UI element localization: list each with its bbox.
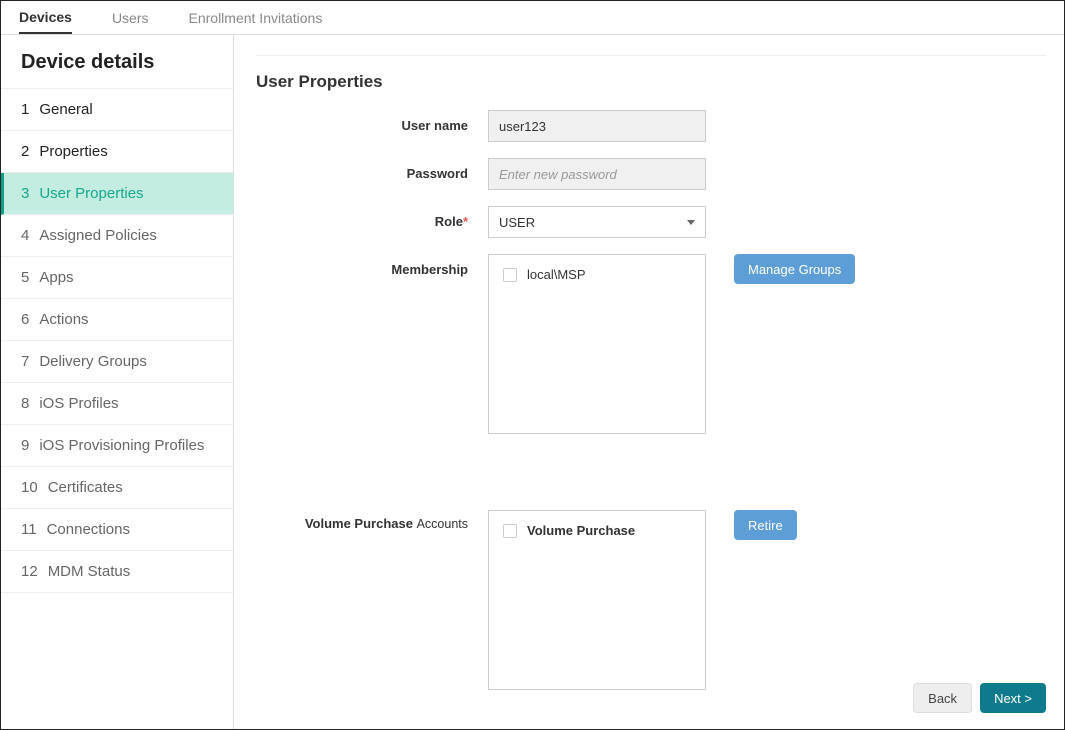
sidebar-item-num: 8 bbox=[21, 395, 29, 412]
chevron-down-icon bbox=[687, 220, 695, 225]
sidebar-item-num: 9 bbox=[21, 437, 29, 454]
sidebar-item-num: 5 bbox=[21, 269, 29, 286]
tab-enrollment-invitations[interactable]: Enrollment Invitations bbox=[189, 1, 323, 34]
sidebar-item-general[interactable]: 1 General bbox=[1, 89, 233, 131]
sidebar-item-num: 10 bbox=[21, 479, 38, 496]
sidebar-item-label: User Properties bbox=[39, 185, 143, 202]
row-role: Role* USER bbox=[256, 206, 1046, 238]
volume-purchase-item-label: Volume Purchase bbox=[527, 523, 635, 538]
row-password: Password bbox=[256, 158, 1046, 190]
back-button[interactable]: Back bbox=[913, 683, 972, 713]
membership-listbox[interactable]: local\MSP bbox=[488, 254, 706, 434]
sidebar-item-delivery-groups[interactable]: 7 Delivery Groups bbox=[1, 341, 233, 383]
label-membership: Membership bbox=[256, 254, 488, 277]
username-input[interactable] bbox=[488, 110, 706, 142]
sidebar: Device details 1 General 2 Properties 3 … bbox=[1, 35, 234, 729]
volume-purchase-item[interactable]: Volume Purchase bbox=[503, 521, 691, 540]
sidebar-item-label: General bbox=[39, 101, 92, 118]
sidebar-item-label: iOS Provisioning Profiles bbox=[39, 437, 204, 454]
sidebar-item-properties[interactable]: 2 Properties bbox=[1, 131, 233, 173]
sidebar-item-num: 11 bbox=[21, 521, 37, 538]
sidebar-item-label: Actions bbox=[39, 311, 88, 328]
membership-item[interactable]: local\MSP bbox=[503, 265, 691, 284]
required-asterisk: * bbox=[463, 214, 468, 229]
role-select-value: USER bbox=[499, 215, 535, 230]
tab-users[interactable]: Users bbox=[112, 1, 149, 34]
label-role-text: Role bbox=[435, 214, 463, 229]
row-volume-purchase: Volume Purchase Accounts Volume Purchase… bbox=[256, 510, 1046, 690]
sidebar-item-label: MDM Status bbox=[48, 563, 131, 580]
sidebar-item-ios-provisioning-profiles[interactable]: 9 iOS Provisioning Profiles bbox=[1, 425, 233, 467]
role-select[interactable]: USER bbox=[488, 206, 706, 238]
body: Device details 1 General 2 Properties 3 … bbox=[1, 35, 1064, 729]
sidebar-item-ios-profiles[interactable]: 8 iOS Profiles bbox=[1, 383, 233, 425]
label-vp-main: Volume Purchase bbox=[305, 516, 417, 531]
sidebar-item-num: 3 bbox=[21, 185, 29, 202]
spacer bbox=[256, 450, 1046, 510]
sidebar-item-num: 4 bbox=[21, 227, 29, 244]
label-vp-sub: Accounts bbox=[417, 517, 468, 531]
sidebar-item-label: Certificates bbox=[48, 479, 123, 496]
sidebar-item-label: Assigned Policies bbox=[39, 227, 157, 244]
sidebar-item-mdm-status[interactable]: 12 MDM Status bbox=[1, 551, 233, 593]
label-username: User name bbox=[256, 110, 488, 133]
app-window: Devices Users Enrollment Invitations Dev… bbox=[0, 0, 1065, 730]
row-username: User name bbox=[256, 110, 1046, 142]
divider bbox=[256, 55, 1046, 56]
manage-groups-button[interactable]: Manage Groups bbox=[734, 254, 855, 284]
label-password: Password bbox=[256, 158, 488, 181]
checkbox-icon[interactable] bbox=[503, 268, 517, 282]
section-title: User Properties bbox=[256, 72, 1046, 92]
sidebar-item-num: 7 bbox=[21, 353, 29, 370]
top-tabs: Devices Users Enrollment Invitations bbox=[1, 1, 1064, 35]
sidebar-title: Device details bbox=[1, 35, 233, 89]
label-role: Role* bbox=[256, 206, 488, 229]
main-panel: User Properties User name Password Role* bbox=[234, 35, 1064, 729]
volume-purchase-listbox[interactable]: Volume Purchase bbox=[488, 510, 706, 690]
sidebar-item-num: 12 bbox=[21, 563, 38, 580]
sidebar-item-num: 1 bbox=[21, 101, 29, 118]
sidebar-item-user-properties[interactable]: 3 User Properties bbox=[1, 173, 233, 215]
sidebar-item-label: Connections bbox=[47, 521, 130, 538]
sidebar-item-label: Properties bbox=[39, 143, 107, 160]
retire-button[interactable]: Retire bbox=[734, 510, 797, 540]
sidebar-item-certificates[interactable]: 10 Certificates bbox=[1, 467, 233, 509]
sidebar-item-num: 6 bbox=[21, 311, 29, 328]
checkbox-icon[interactable] bbox=[503, 524, 517, 538]
next-button[interactable]: Next > bbox=[980, 683, 1046, 713]
sidebar-item-connections[interactable]: 11 Connections bbox=[1, 509, 233, 551]
sidebar-item-label: iOS Profiles bbox=[39, 395, 118, 412]
row-membership: Membership local\MSP Manage Groups bbox=[256, 254, 1046, 434]
label-volume-purchase: Volume Purchase Accounts bbox=[256, 510, 488, 531]
sidebar-item-actions[interactable]: 6 Actions bbox=[1, 299, 233, 341]
password-input[interactable] bbox=[488, 158, 706, 190]
sidebar-item-num: 2 bbox=[21, 143, 29, 160]
sidebar-item-label: Delivery Groups bbox=[39, 353, 147, 370]
sidebar-items: 1 General 2 Properties 3 User Properties… bbox=[1, 89, 233, 593]
sidebar-item-label: Apps bbox=[39, 269, 73, 286]
sidebar-item-assigned-policies[interactable]: 4 Assigned Policies bbox=[1, 215, 233, 257]
membership-item-label: local\MSP bbox=[527, 267, 586, 282]
footer-buttons: Back Next > bbox=[913, 683, 1046, 713]
sidebar-item-apps[interactable]: 5 Apps bbox=[1, 257, 233, 299]
tab-devices[interactable]: Devices bbox=[19, 1, 72, 34]
